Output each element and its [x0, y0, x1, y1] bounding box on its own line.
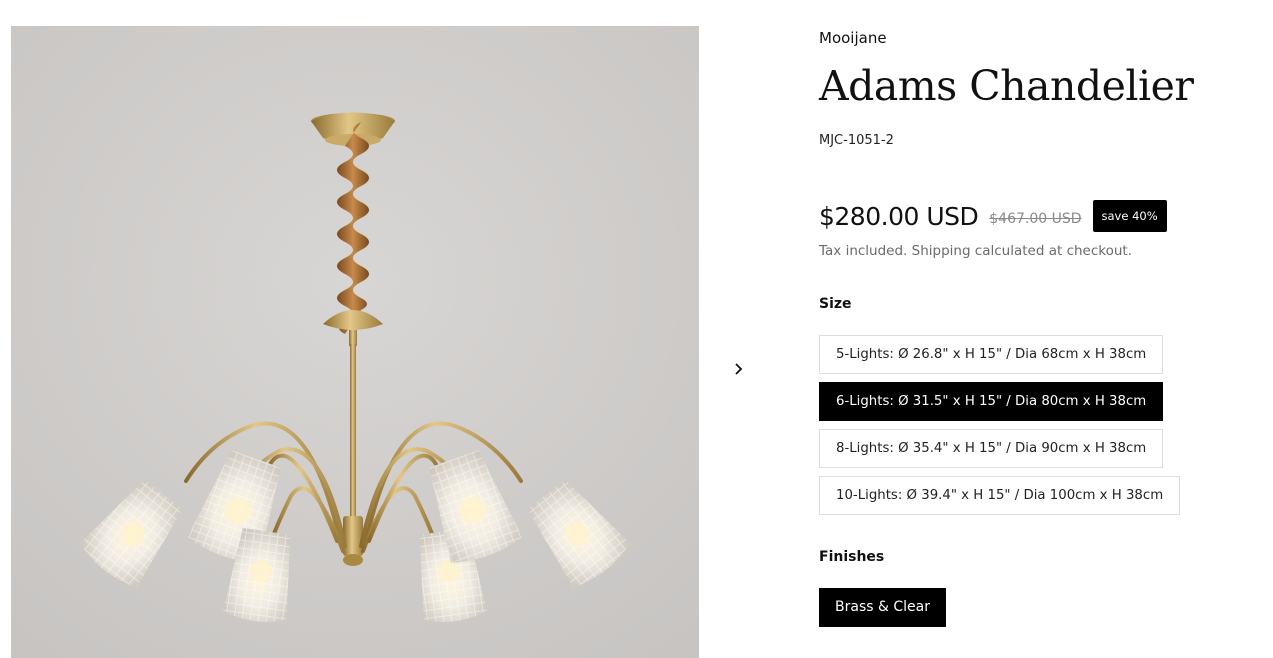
sale-price: $280.00 USD	[819, 201, 979, 231]
save-badge: save 40%	[1092, 200, 1167, 232]
compare-price: $467.00 USD	[989, 210, 1082, 227]
finishes-label: Finishes	[819, 549, 885, 565]
price-row: $280.00 USD $467.00 USD save 40%	[819, 200, 1167, 232]
tax-note: Tax included. Shipping calculated at che…	[819, 243, 1133, 259]
size-option-5-lights[interactable]: 5-Lights: Ø 26.8" x H 15" / Dia 68cm x H…	[819, 335, 1164, 374]
product-image	[11, 26, 699, 658]
size-label: Size	[819, 296, 852, 312]
chevron-right-icon[interactable]	[728, 358, 750, 380]
size-option-8-lights[interactable]: 8-Lights: Ø 35.4" x H 15" / Dia 90cm x H…	[819, 429, 1164, 468]
vendor-name: Mooijane	[819, 29, 887, 47]
chandelier-image	[11, 26, 699, 658]
product-title: Adams Chandelier	[819, 62, 1194, 110]
size-option-6-lights[interactable]: 6-Lights: Ø 31.5" x H 15" / Dia 80cm x H…	[819, 382, 1164, 421]
size-options: 5-Lights: Ø 26.8" x H 15" / Dia 68cm x H…	[819, 335, 1181, 523]
product-sku: MJC-1051-2	[819, 133, 894, 148]
finish-option-brass-clear[interactable]: Brass & Clear	[819, 588, 946, 627]
size-option-10-lights[interactable]: 10-Lights: Ø 39.4" x H 15" / Dia 100cm x…	[819, 476, 1181, 515]
